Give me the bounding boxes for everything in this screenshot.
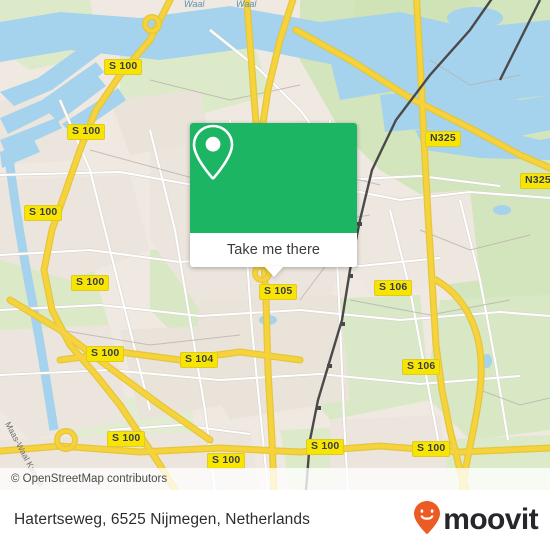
- card-image-area: [190, 123, 357, 233]
- road-shield[interactable]: S 100: [306, 439, 345, 455]
- road-shield[interactable]: S 104: [180, 352, 219, 368]
- take-me-there-label: Take me there: [226, 242, 321, 258]
- moovit-map-card: Waal Waal Maas-Waal Kanaal S 100 S 100 S…: [0, 0, 550, 550]
- road-shield[interactable]: N325: [520, 173, 550, 189]
- moovit-wordmark: moovit: [443, 503, 538, 536]
- road-shield[interactable]: S 100: [412, 441, 451, 457]
- road-shield[interactable]: S 100: [24, 205, 63, 221]
- water-label: Waal: [184, 0, 205, 9]
- map-attribution: © OpenStreetMap contributors: [0, 468, 550, 490]
- moovit-logo[interactable]: moovit: [412, 500, 550, 541]
- attribution-text[interactable]: © OpenStreetMap contributors: [0, 473, 167, 485]
- water-label: Waal: [236, 0, 257, 9]
- road-shield[interactable]: S 106: [374, 280, 413, 296]
- road-shield[interactable]: S 106: [402, 359, 441, 375]
- map-canvas[interactable]: Waal Waal Maas-Waal Kanaal S 100 S 100 S…: [0, 0, 550, 490]
- road-shield[interactable]: S 105: [259, 284, 298, 300]
- road-shield[interactable]: S 100: [67, 124, 106, 140]
- footer-bar: Hatertseweg, 6525 Nijmegen, Netherlands …: [0, 490, 550, 550]
- road-shield[interactable]: S 100: [86, 346, 125, 362]
- road-shield[interactable]: S 100: [104, 59, 143, 75]
- moovit-smiley-pin-icon: [412, 500, 442, 541]
- road-shield[interactable]: N325: [425, 131, 461, 147]
- road-shield[interactable]: S 100: [207, 453, 246, 469]
- location-card[interactable]: Take me there: [190, 123, 357, 277]
- road-shield[interactable]: S 100: [71, 275, 110, 291]
- address-label: Hatertseweg, 6525 Nijmegen, Netherlands: [14, 511, 310, 528]
- card-pointer-tail: [263, 266, 284, 277]
- take-me-there-button[interactable]: Take me there: [190, 233, 357, 277]
- road-shield[interactable]: S 100: [107, 431, 146, 447]
